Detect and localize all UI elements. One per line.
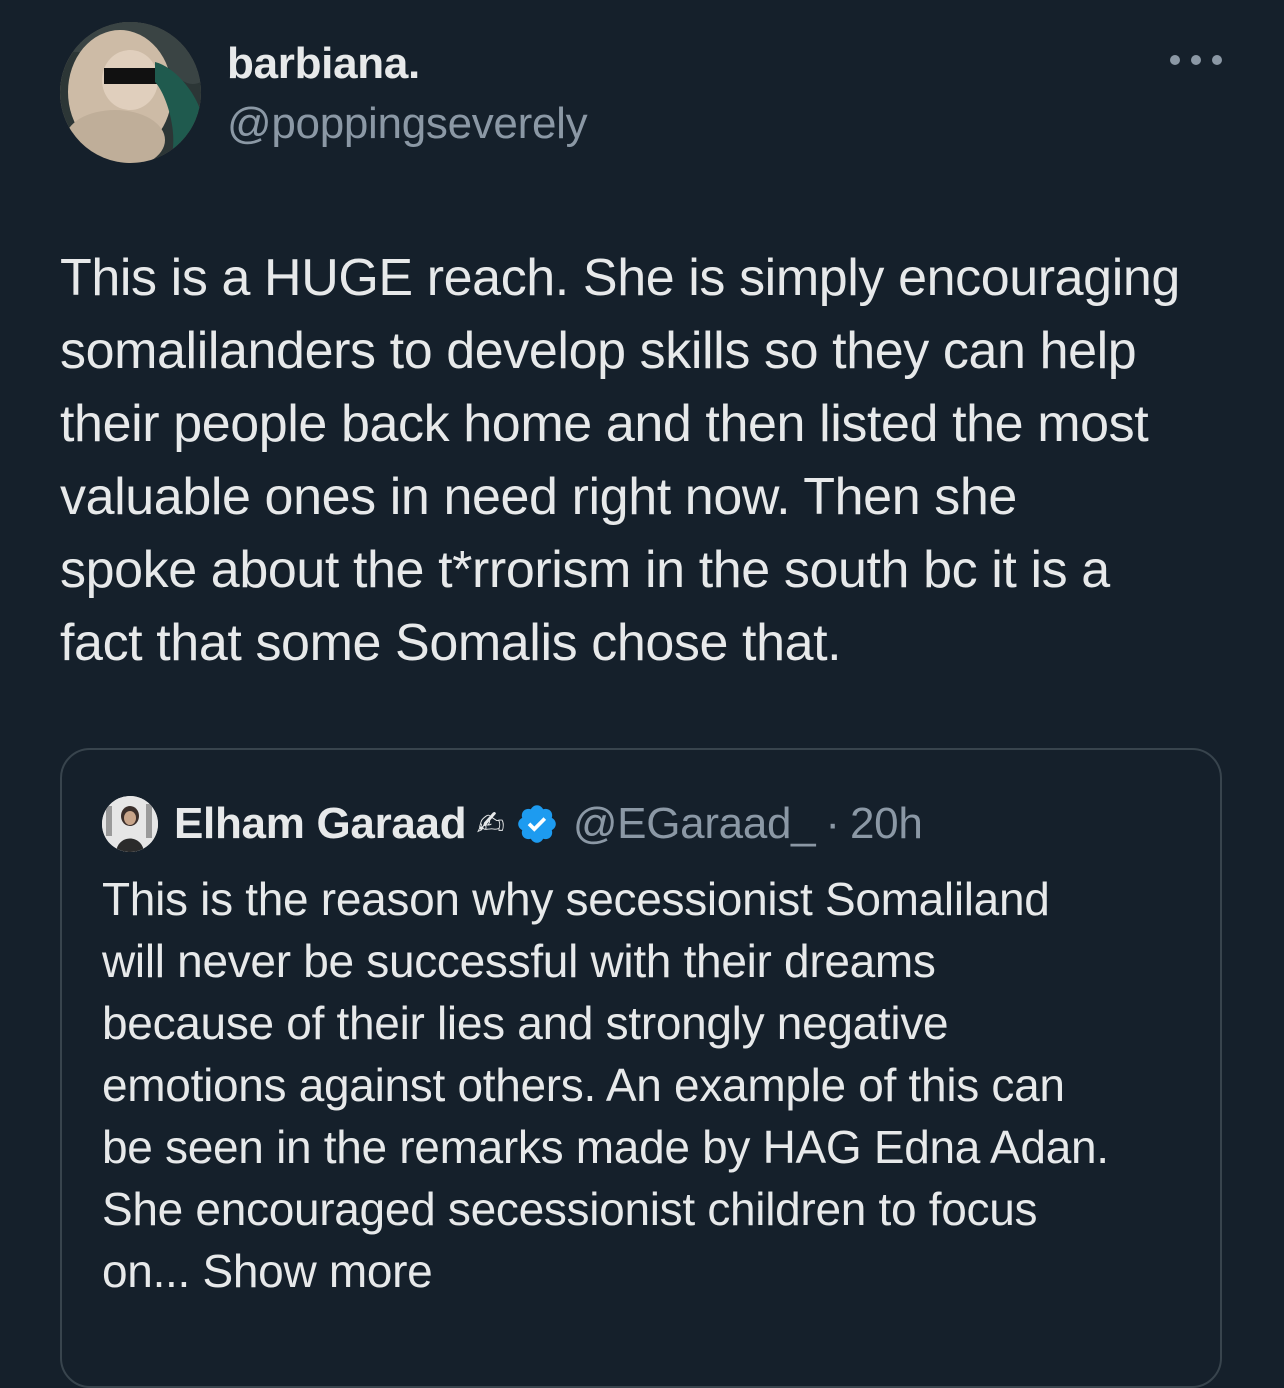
author-display-name[interactable]: barbiana. xyxy=(227,36,587,92)
quoted-tweet-header: Elham Garaad ✍ @EGaraad_ · 20h xyxy=(102,794,923,854)
tweet-text: This is a HUGE reach. She is simply enco… xyxy=(60,249,1180,672)
quoted-tweet-text: This is the reason why secessionist Soma… xyxy=(102,868,1192,1302)
quoted-tweet[interactable]: Elham Garaad ✍ @EGaraad_ · 20h This is t… xyxy=(60,748,1222,1388)
more-options-button[interactable] xyxy=(1170,48,1222,72)
verified-badge-icon xyxy=(515,802,559,846)
tweet-header: barbiana. @poppingseverely xyxy=(60,22,1224,163)
writing-hand-emoji: ✍ xyxy=(476,805,505,843)
quoted-author-avatar[interactable] xyxy=(102,796,158,852)
quoted-tweet-body: This is the reason why secessionist Soma… xyxy=(102,873,1109,1297)
quoted-author-handle[interactable]: @EGaraad_ xyxy=(573,799,816,849)
author-names: barbiana. @poppingseverely xyxy=(227,36,588,152)
more-horizontal-icon xyxy=(1212,55,1222,65)
more-horizontal-icon xyxy=(1170,55,1180,65)
author-avatar[interactable] xyxy=(60,22,201,163)
show-more-link[interactable]: Show more xyxy=(203,1245,433,1297)
quoted-author-display-name[interactable]: Elham Garaad xyxy=(174,799,467,849)
separator-dot: · xyxy=(825,799,841,848)
quoted-tweet-time[interactable]: 20h xyxy=(850,799,923,849)
more-horizontal-icon xyxy=(1191,55,1201,65)
author-handle[interactable]: @poppingseverely xyxy=(227,96,588,152)
